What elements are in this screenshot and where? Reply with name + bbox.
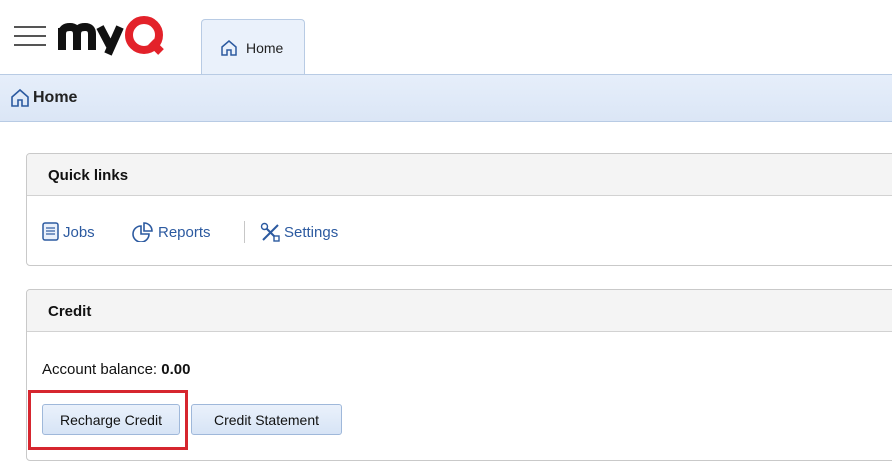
credit-header: Credit — [27, 290, 892, 332]
tab-home-label: Home — [246, 40, 284, 56]
quick-links-panel: Quick links Jobs Reports Settings — [26, 153, 892, 266]
link-jobs[interactable]: Jobs — [42, 222, 120, 242]
quick-links-title: Quick links — [48, 167, 129, 184]
credit-panel: Credit Account balance: 0.00 Recharge Cr… — [26, 289, 892, 461]
link-reports[interactable]: Reports — [132, 222, 232, 242]
account-balance: Account balance: 0.00 — [42, 361, 190, 378]
reports-icon — [132, 222, 153, 242]
link-reports-label: Reports — [158, 224, 211, 241]
credit-statement-button[interactable]: Credit Statement — [191, 404, 342, 435]
link-settings-label: Settings — [284, 224, 339, 241]
home-icon — [11, 88, 29, 107]
home-icon — [221, 40, 237, 56]
account-balance-value: 0.00 — [161, 361, 191, 378]
hamburger-menu-icon[interactable] — [14, 26, 46, 48]
page-title: Home — [33, 89, 78, 106]
link-separator — [244, 221, 245, 243]
quick-links-header: Quick links — [27, 154, 892, 196]
myq-logo — [58, 16, 164, 56]
top-bar: Home — [0, 0, 892, 74]
recharge-credit-button[interactable]: Recharge Credit — [42, 404, 180, 435]
link-settings[interactable]: Settings — [260, 222, 370, 242]
settings-icon — [260, 222, 280, 242]
link-jobs-label: Jobs — [63, 224, 95, 241]
tab-home[interactable]: Home — [201, 19, 305, 74]
account-balance-label: Account balance: — [42, 361, 158, 378]
breadcrumb: Home — [0, 74, 892, 122]
credit-title: Credit — [48, 303, 92, 320]
jobs-icon — [42, 222, 59, 241]
